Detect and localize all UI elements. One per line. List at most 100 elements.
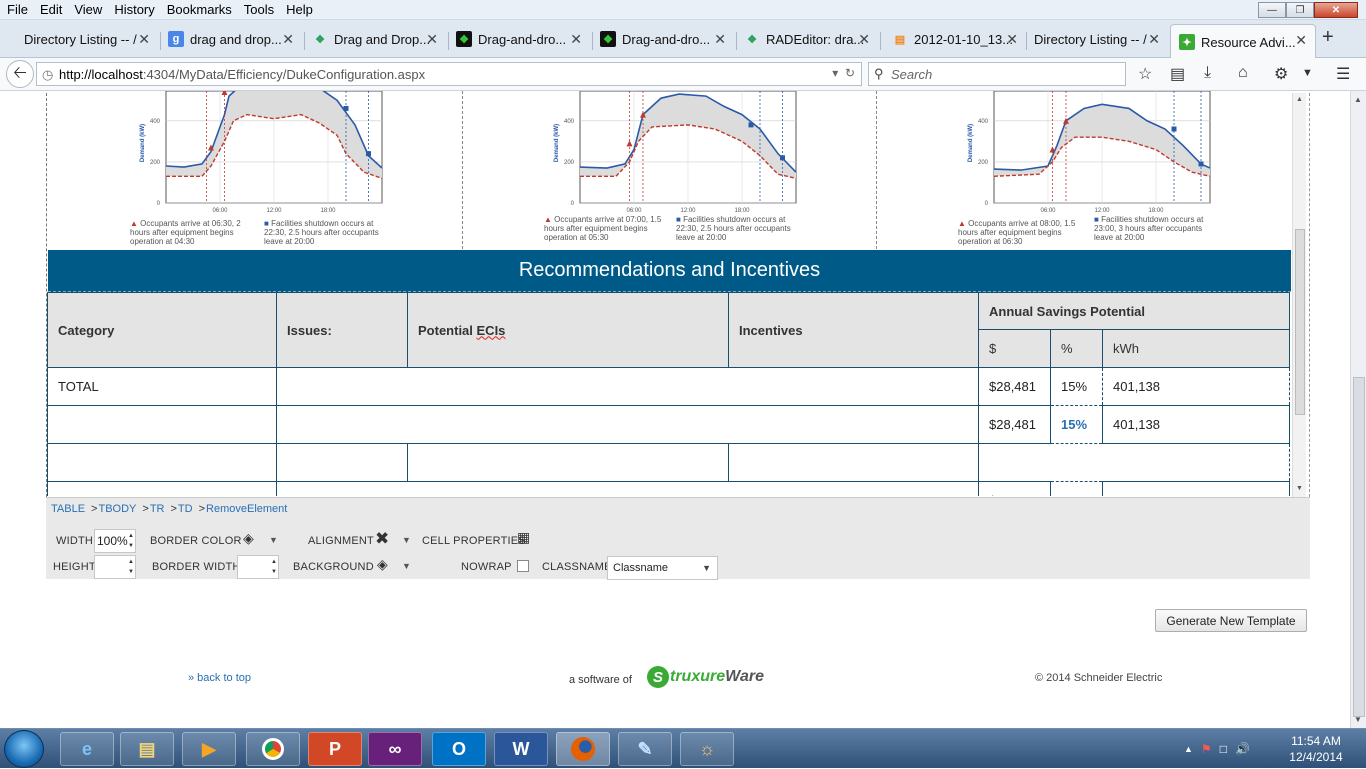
close-tab-icon[interactable]: ✕ <box>138 31 150 48</box>
generate-new-template-button[interactable]: Generate New Template <box>1155 609 1307 632</box>
minimize-button[interactable]: — <box>1258 2 1286 18</box>
header-annual-savings[interactable]: Annual Savings Potential <box>978 292 1290 330</box>
editor-scrollbar[interactable]: ▲ ▼ <box>1292 93 1306 497</box>
download-icon[interactable]: ⤓ <box>1204 64 1211 82</box>
firefox-icon[interactable] <box>556 732 610 766</box>
chevron-down-icon[interactable]: ▼ <box>1302 67 1313 79</box>
back-arrow-icon[interactable]: 🡠 <box>6 60 34 88</box>
powerpoint-icon[interactable]: P <box>308 732 362 766</box>
height-input[interactable]: ▲ ▼ <box>94 555 136 579</box>
scroll-up-icon[interactable]: ▲ <box>1354 95 1362 104</box>
new-tab-icon[interactable]: + <box>1322 26 1334 49</box>
star-icon[interactable]: ☆ <box>1138 64 1152 84</box>
volume-icon[interactable]: 🔊 <box>1235 742 1250 756</box>
paint-icon[interactable]: ☼ <box>680 732 734 766</box>
internet-explorer-icon[interactable]: e <box>60 732 114 766</box>
tab-directory-listing-2[interactable]: Directory Listing -- / ✕ <box>1026 24 1168 54</box>
file-explorer-icon[interactable]: ▤ <box>120 732 174 766</box>
taskbar-clock[interactable]: 11:54 AM 12/4/2014 <box>1280 733 1352 765</box>
cell-kwh[interactable]: 401,138 <box>1102 367 1290 406</box>
cell-kwh[interactable]: 401,138 <box>1102 405 1290 444</box>
spinner-icon[interactable]: ▲ ▼ <box>128 531 134 551</box>
menu-tools[interactable]: Tools <box>239 2 281 17</box>
cell-properties-icon[interactable]: ▦ <box>517 529 530 546</box>
cell-dollar[interactable]: $28,481 <box>978 481 1051 496</box>
scroll-up-icon[interactable]: ▲ <box>1296 96 1303 103</box>
back-to-top-link[interactable]: » back to top <box>188 672 251 684</box>
cell-savings-empty[interactable] <box>978 443 1290 482</box>
menu-history[interactable]: History <box>109 2 161 17</box>
header-category[interactable]: Category <box>47 292 277 368</box>
close-tab-icon[interactable]: ✕ <box>1295 32 1307 49</box>
menu-edit[interactable]: Edit <box>35 2 69 17</box>
menu-help[interactable]: Help <box>281 2 320 17</box>
no-alignment-icon[interactable]: ✖ <box>375 529 389 549</box>
scroll-down-icon[interactable]: ▼ <box>1354 715 1362 724</box>
cell-percent[interactable]: 15% <box>1050 367 1103 406</box>
chevron-down-icon[interactable]: ▼ <box>402 561 411 571</box>
cell-category[interactable] <box>47 405 277 444</box>
breadcrumb-tbody[interactable]: TBODY <box>98 503 136 515</box>
menu-file[interactable]: File <box>2 2 35 17</box>
tab-directory-listing-1[interactable]: Directory Listing -- / ✕ <box>16 24 158 54</box>
header-kwh[interactable]: kWh <box>1102 329 1290 368</box>
close-tab-icon[interactable]: ✕ <box>858 31 870 48</box>
cell-dollar[interactable]: $28,481 <box>978 367 1051 406</box>
scroll-down-icon[interactable]: ▼ <box>1296 485 1303 492</box>
menu-bookmarks[interactable]: Bookmarks <box>162 2 239 17</box>
cell-percent[interactable]: 15% <box>1050 481 1103 496</box>
outlook-icon[interactable]: O <box>432 732 486 766</box>
reading-list-icon[interactable]: ▤ <box>1170 64 1185 84</box>
visual-studio-icon[interactable]: ∞ <box>368 732 422 766</box>
spinner-icon[interactable]: ▲ ▼ <box>271 557 277 577</box>
close-tab-icon[interactable]: ✕ <box>1006 31 1018 48</box>
header-percent[interactable]: % <box>1050 329 1103 368</box>
header-potential-ecis[interactable]: Potential ECIs <box>407 292 729 368</box>
border-width-input[interactable]: ▲ ▼ <box>237 555 279 579</box>
cell-dollar[interactable]: $28,481 <box>978 405 1051 444</box>
tab-drag-drop-1[interactable]: ❖ Drag and Drop... ✕ <box>304 24 446 54</box>
chevron-down-icon[interactable]: ▼ <box>402 535 411 545</box>
menu-view[interactable]: View <box>69 2 109 17</box>
nowrap-checkbox[interactable] <box>517 560 529 572</box>
page-scrollbar[interactable]: ▲ ▼ <box>1350 91 1366 728</box>
cell-incentives[interactable] <box>728 443 979 482</box>
breadcrumb-tr[interactable]: TR <box>150 503 165 515</box>
header-issues[interactable]: Issues: <box>276 292 408 368</box>
show-hidden-icons-icon[interactable]: ▲ <box>1184 744 1193 754</box>
tab-google[interactable]: g drag and drop... ✕ <box>160 24 302 54</box>
cell-issues[interactable] <box>276 443 408 482</box>
header-dollar[interactable]: $ <box>978 329 1051 368</box>
close-tab-icon[interactable]: ✕ <box>282 31 294 48</box>
chevron-down-icon[interactable]: ▼ <box>269 535 278 545</box>
cell-merged[interactable] <box>276 405 979 444</box>
tab-drag-drop-2[interactable]: ❖ Drag-and-dro... ✕ <box>448 24 590 54</box>
recommendations-table[interactable]: Category Issues: Potential ECIs Incentiv… <box>47 292 1290 496</box>
cell-ecis[interactable] <box>407 443 729 482</box>
network-icon[interactable]: □ <box>1220 742 1227 756</box>
cell-category[interactable] <box>47 443 277 482</box>
page-scroll-thumb[interactable] <box>1353 377 1365 717</box>
cell-kwh[interactable]: 401,138 <box>1102 481 1290 496</box>
tab-radeditor[interactable]: ❖ RADEditor: dra... ✕ <box>736 24 878 54</box>
start-button[interactable] <box>4 730 44 768</box>
breadcrumb-td[interactable]: TD <box>178 503 193 515</box>
action-center-icon[interactable]: ⚑ <box>1201 742 1212 756</box>
editor-scroll-thumb[interactable] <box>1295 229 1305 415</box>
header-incentives[interactable]: Incentives <box>728 292 979 368</box>
breadcrumb-table[interactable]: TABLE <box>51 503 85 515</box>
chrome-icon[interactable] <box>246 732 300 766</box>
cell-percent[interactable]: 15% <box>1050 405 1103 444</box>
spinner-icon[interactable]: ▲ ▼ <box>128 557 134 577</box>
reload-icon[interactable]: ▾ ↻ <box>832 66 855 80</box>
paint-bucket-icon[interactable]: ◈ <box>243 530 254 547</box>
restore-button[interactable]: ❐ <box>1286 2 1314 18</box>
search-input[interactable]: ⚲ Search <box>868 62 1126 86</box>
paint-bucket-icon[interactable]: ◈ <box>377 556 388 573</box>
tab-drag-drop-3[interactable]: ❖ Drag-and-dro... ✕ <box>592 24 734 54</box>
cell-category[interactable]: TOTAL <box>47 367 277 406</box>
close-tab-icon[interactable]: ✕ <box>1148 31 1160 48</box>
media-player-icon[interactable]: ▶ <box>182 732 236 766</box>
addon-icon[interactable]: ⚙ <box>1274 64 1288 84</box>
close-window-button[interactable]: ✕ <box>1314 2 1358 18</box>
